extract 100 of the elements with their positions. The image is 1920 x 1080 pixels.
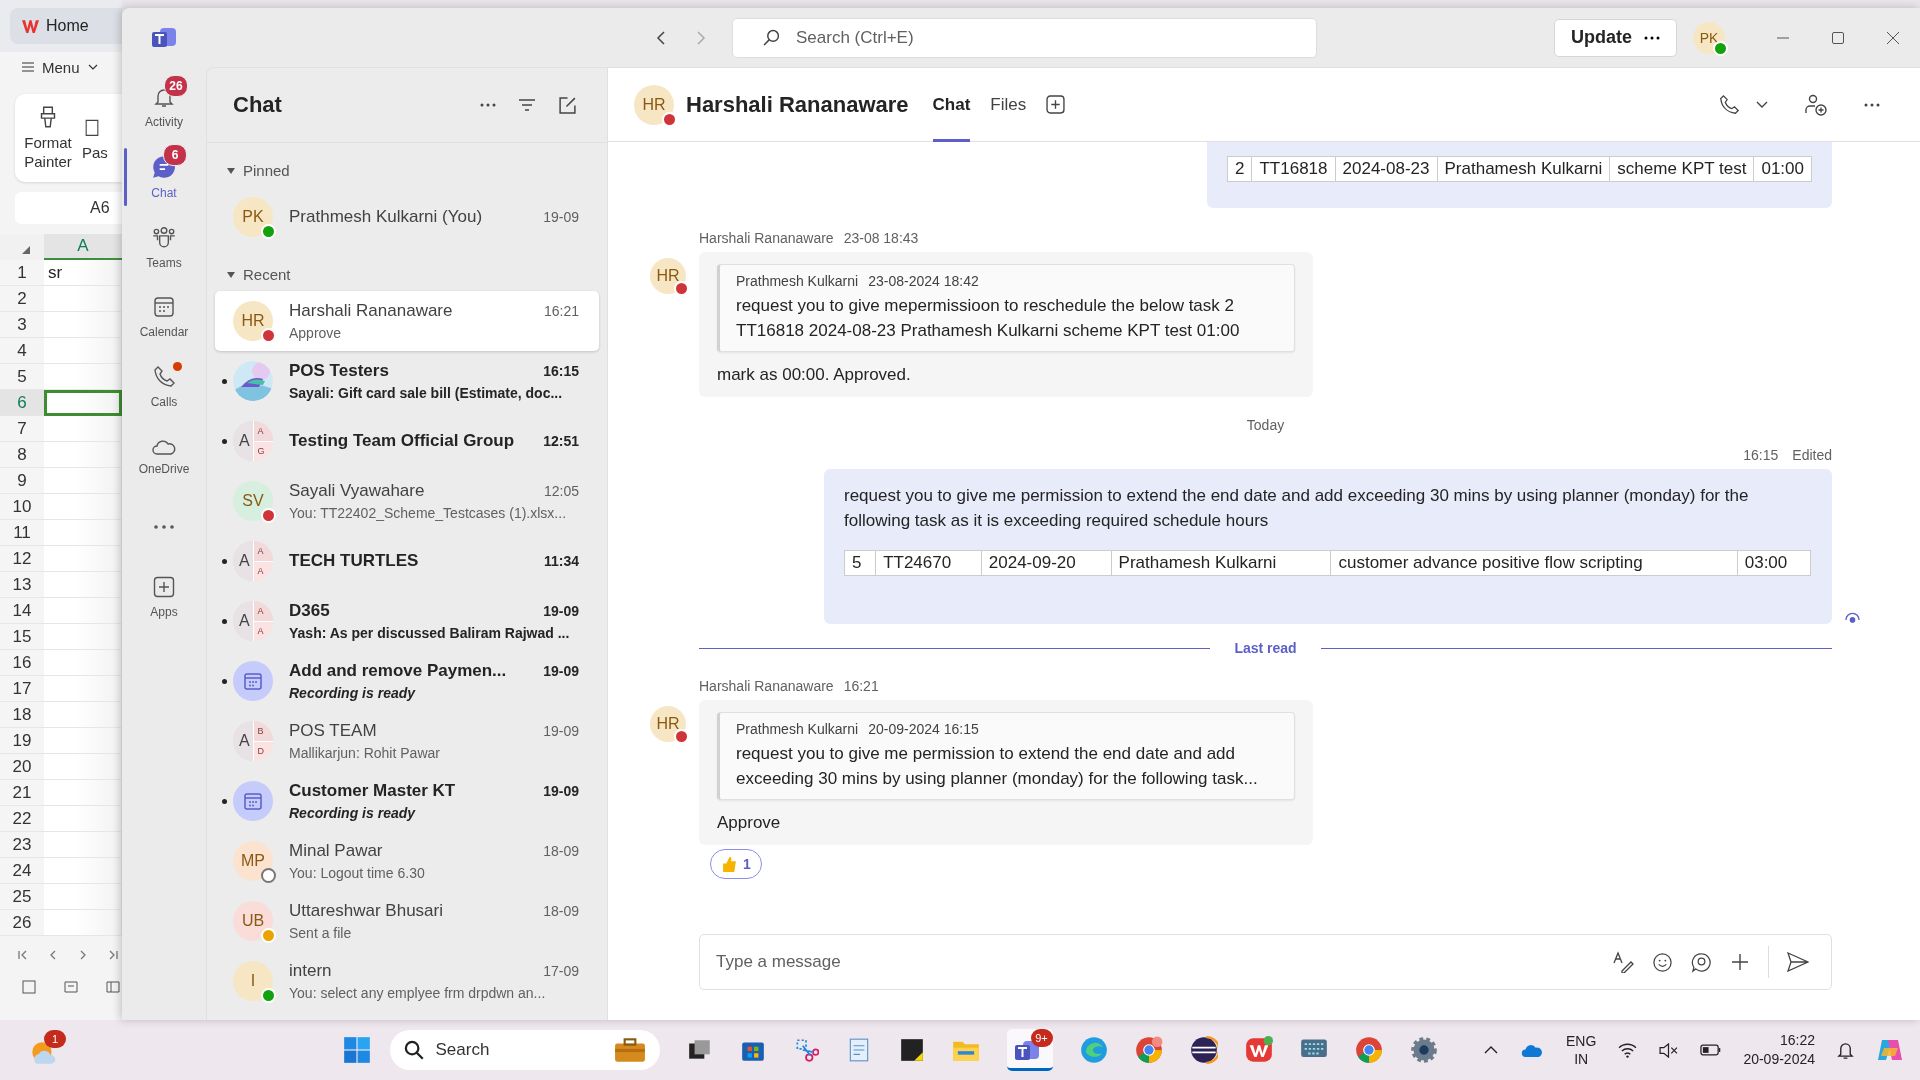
rail-item[interactable]: OneDrive <box>122 422 206 492</box>
section-header[interactable]: Pinned <box>215 143 599 187</box>
row-number[interactable]: 4 <box>0 338 44 364</box>
chat-item[interactable]: HR Harshali Rananaware 16:21 Approve <box>215 291 599 351</box>
row-number[interactable]: 15 <box>0 624 44 650</box>
column-header[interactable]: A <box>44 234 122 260</box>
row-number[interactable]: 11 <box>0 520 44 546</box>
forward-icon[interactable] <box>696 29 706 46</box>
maximize-icon[interactable] <box>1831 30 1845 45</box>
more-icon[interactable] <box>1864 102 1880 107</box>
phone-icon[interactable] <box>1718 93 1740 116</box>
back-icon[interactable] <box>656 29 666 46</box>
sheet-nav-icon[interactable] <box>108 950 118 960</box>
row-number[interactable]: 22 <box>0 806 44 832</box>
row-number[interactable]: 5 <box>0 364 44 390</box>
update-button[interactable]: Update <box>1554 18 1677 57</box>
row-number[interactable]: 20 <box>0 754 44 780</box>
row-number[interactable]: 18 <box>0 702 44 728</box>
chat-item[interactable]: MP Minal Pawar 18-09 You: Logout time 6.30 <box>215 831 599 891</box>
more-icon[interactable] <box>480 103 496 107</box>
wifi-icon[interactable] <box>1618 1042 1638 1058</box>
clock[interactable]: 16:22 20-09-2024 <box>1743 1031 1815 1069</box>
eclipse-icon[interactable] <box>1189 1036 1218 1064</box>
table-cell[interactable] <box>44 390 122 416</box>
taskbar-button[interactable]: 9+ <box>1006 1029 1053 1071</box>
row-number[interactable]: 2 <box>0 286 44 312</box>
add-people-icon[interactable] <box>1804 92 1828 117</box>
office-w-icon[interactable] <box>1244 1036 1273 1064</box>
row-number[interactable]: 24 <box>0 858 44 884</box>
compose-icon[interactable] <box>558 95 577 115</box>
sheet-nav-icon[interactable] <box>48 950 58 960</box>
row-number[interactable]: 7 <box>0 416 44 442</box>
tab[interactable]: Files <box>990 67 1027 142</box>
chat-item[interactable]: Customer Master KT 19-09 Recording is ready <box>215 771 599 831</box>
battery-icon[interactable] <box>1700 1044 1722 1056</box>
chat-item[interactable]: PK Prathmesh Kulkarni (You) 19-09 <box>215 187 599 247</box>
chrome-icon[interactable] <box>1354 1036 1383 1064</box>
message-field[interactable]: Type a message <box>699 934 1832 990</box>
row-number[interactable]: 19 <box>0 728 44 754</box>
rail-item[interactable]: 26 Activity <box>122 72 206 142</box>
avatar[interactable]: HR <box>634 84 674 125</box>
row-number[interactable]: 10 <box>0 494 44 520</box>
chrome-icon[interactable] <box>1134 1036 1163 1064</box>
section-header[interactable]: Recent <box>215 247 599 291</box>
emoji-icon[interactable] <box>1652 951 1673 973</box>
row-number[interactable]: 14 <box>0 598 44 624</box>
menu-button[interactable]: Menu <box>22 58 98 76</box>
row-number[interactable]: 16 <box>0 650 44 676</box>
chevron-down-icon[interactable] <box>1756 100 1768 109</box>
close-icon[interactable] <box>1886 30 1900 45</box>
format-icon[interactable] <box>1612 951 1634 973</box>
mute-icon[interactable] <box>1659 1042 1679 1058</box>
macro-icon[interactable] <box>64 980 78 994</box>
row-number[interactable]: 25 <box>0 884 44 910</box>
browser-swirl-icon[interactable] <box>1079 1036 1108 1064</box>
rail-item[interactable]: 6 Chat <box>122 142 206 212</box>
chat-item[interactable]: UB Uttareshwar Bhusari 18-09 Sent a file <box>215 891 599 951</box>
sticker-icon[interactable] <box>1691 951 1712 973</box>
layout-icon[interactable] <box>106 980 120 994</box>
home-tab[interactable]: Home <box>10 8 122 44</box>
plus-icon[interactable] <box>1730 952 1750 972</box>
chevron-up-icon[interactable] <box>1484 1046 1499 1054</box>
settings-icon[interactable] <box>1409 1036 1438 1064</box>
name-box[interactable]: A6 <box>15 192 122 224</box>
table-cell[interactable]: sr <box>44 260 122 286</box>
sheet-nav-icon[interactable] <box>78 950 88 960</box>
row-number[interactable]: 3 <box>0 312 44 338</box>
send-icon[interactable] <box>1787 952 1809 972</box>
chat-item[interactable]: SV Sayali Vyawahare 12:05 You: TT22402_Scheme_Testcases (1).xlsx... <box>215 471 599 531</box>
search-field[interactable]: Search (Ctrl+E) <box>732 17 1317 58</box>
cloud-icon[interactable] <box>1520 1042 1545 1058</box>
bell-icon[interactable] <box>1837 1040 1854 1060</box>
row-number[interactable]: 13 <box>0 572 44 598</box>
sticky-note-icon[interactable] <box>898 1037 925 1063</box>
row-number[interactable]: 8 <box>0 442 44 468</box>
chat-item[interactable]: Add and remove Paymen... 19-09 Recording is ready <box>215 651 599 711</box>
sheet-nav-icon[interactable] <box>18 950 28 960</box>
taskbar-search-field[interactable]: Search <box>389 1030 660 1070</box>
add-tab-icon[interactable] <box>1046 95 1066 114</box>
row-number[interactable]: 23 <box>0 832 44 858</box>
language-indicator[interactable]: ENG IN <box>1566 1032 1597 1068</box>
row-number[interactable]: 21 <box>0 780 44 806</box>
page-icon[interactable] <box>22 980 36 994</box>
filter-icon[interactable] <box>518 98 536 112</box>
row-number[interactable]: 17 <box>0 676 44 702</box>
row-number[interactable]: 1 <box>0 260 44 286</box>
row-number[interactable]: 12 <box>0 546 44 572</box>
chat-item[interactable]: POS Testers 16:15 Sayali: Gift card sale bill (Estimate, doc... <box>215 351 599 411</box>
reaction-button[interactable]: 1 <box>710 849 762 879</box>
rail-item[interactable]: Teams <box>122 212 206 282</box>
row-number[interactable]: 26 <box>0 910 44 936</box>
rail-item[interactable]: Calendar <box>122 282 206 352</box>
chat-item[interactable]: I intern 17-09 You: select any emplyee frm drpdwn an... <box>215 951 599 1011</box>
rail-item[interactable]: Calls <box>122 352 206 422</box>
profile-avatar[interactable]: PK <box>1693 21 1725 54</box>
row-number[interactable]: 6 <box>0 390 44 416</box>
format-painter-button[interactable]: Format Painter <box>18 94 78 182</box>
rail-item[interactable]: Apps <box>122 562 206 632</box>
windows-start-icon[interactable] <box>342 1036 371 1064</box>
row-number[interactable]: 9 <box>0 468 44 494</box>
